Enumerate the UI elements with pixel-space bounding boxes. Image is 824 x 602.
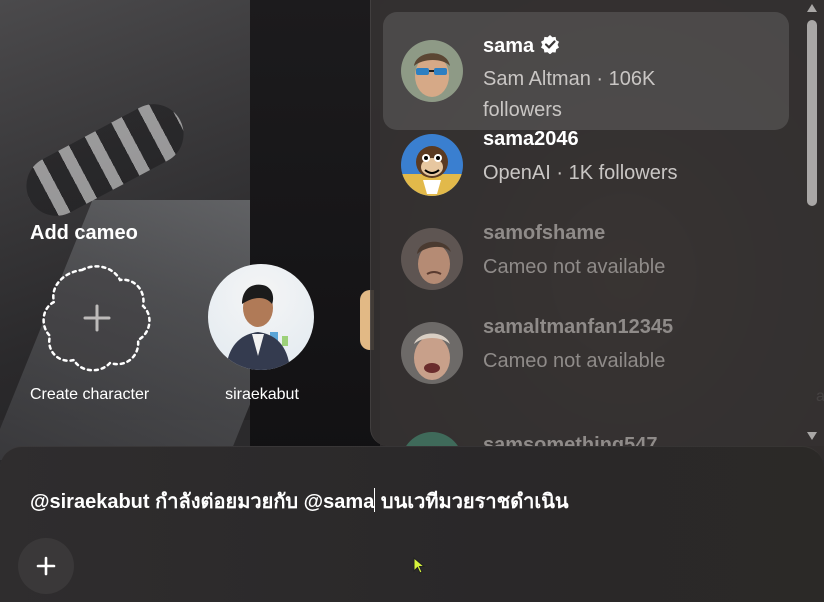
avatar — [208, 264, 314, 370]
scroll-down-arrow-icon[interactable] — [807, 432, 817, 440]
scroll-up-arrow-icon[interactable] — [807, 4, 817, 12]
mention-option-samsomething547[interactable]: samsomething547 — [383, 388, 789, 446]
scrollbar-thumb[interactable] — [807, 20, 817, 206]
avatar — [401, 134, 463, 196]
mention-username: samsomething547 — [483, 434, 658, 446]
prompt-text-before-caret: @siraekabut กำลังต่อยมวยกับ @sama — [30, 491, 375, 513]
mention-subtitle: Cameo not available — [483, 256, 666, 278]
prompt-text-after-caret: บนเวทีมวยราชดำเนิน — [375, 491, 569, 513]
mention-username: sama2046 — [483, 128, 579, 150]
dropdown-scrollbar[interactable] — [803, 0, 821, 446]
mention-subtitle: OpenAI · 1K followers — [483, 162, 678, 184]
prompt-input[interactable]: @siraekabut กำลังต่อยมวยกับ @sama บนเวที… — [30, 485, 569, 517]
create-character-shape-icon — [42, 265, 151, 372]
add-cameo-title: Add cameo — [30, 222, 138, 244]
avatar — [401, 432, 463, 446]
avatar — [401, 40, 463, 102]
avatar — [401, 228, 463, 290]
avatar — [401, 322, 463, 384]
add-attachment-button[interactable] — [18, 538, 74, 594]
verified-badge-icon — [541, 35, 560, 54]
mouse-cursor-icon — [413, 557, 425, 574]
person-avatar-icon — [226, 284, 290, 370]
cameo-item-label: siraekabut — [225, 386, 299, 403]
prompt-composer[interactable]: @siraekabut กำลังต่อยมวยกับ @sama บนเวที… — [0, 446, 824, 602]
create-character-label: Create character — [30, 386, 150, 403]
mention-suggestions-dropdown: sama Sam Altman · 106K followers sama204… — [370, 0, 824, 446]
cameo-item-siraekabut[interactable]: siraekabut — [208, 264, 316, 403]
mention-username: samofshame — [483, 222, 606, 244]
mention-subtitle: Cameo not available — [483, 350, 666, 372]
mention-username: sama — [483, 34, 560, 58]
mention-username: samaltmanfan12345 — [483, 316, 674, 338]
plus-icon — [36, 556, 56, 576]
